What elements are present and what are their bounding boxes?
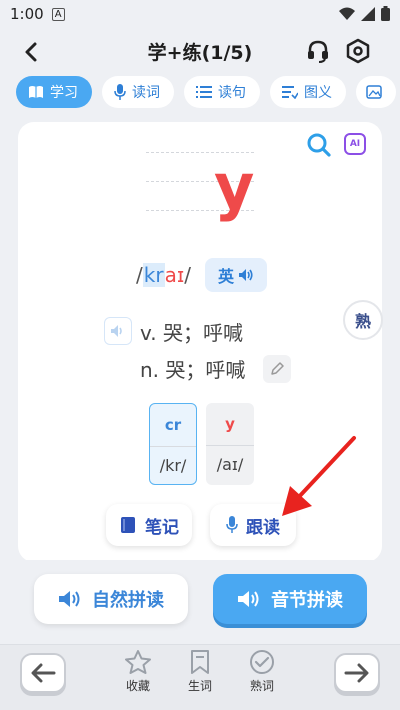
edit-meaning-button[interactable]: [263, 355, 291, 383]
tab-label: 图义: [304, 85, 332, 101]
star-icon: [125, 650, 151, 674]
follow-read-label: 跟读: [246, 517, 280, 538]
known-word-button[interactable]: 熟词: [242, 649, 282, 694]
syllable-sound: /kr/: [150, 446, 196, 484]
pencil-icon: [271, 362, 284, 375]
hexagon-settings-icon: [346, 38, 370, 64]
syllable-sound: /aɪ/: [206, 445, 254, 483]
tab-label: 读句: [218, 85, 246, 101]
next-word-button[interactable]: [334, 653, 380, 693]
ai-button[interactable]: AI: [342, 130, 368, 158]
tab-label: 读词: [132, 85, 160, 101]
notebook-icon: [121, 517, 135, 533]
status-icons: [339, 6, 390, 21]
syllable-letters: y: [225, 415, 235, 433]
phonetic-rest: aɪ: [164, 263, 185, 287]
bottom-toolbar: 收藏 生词 熟词: [0, 644, 400, 710]
tab-picture-meaning[interactable]: 图义: [270, 76, 346, 108]
arrow-left-icon: [31, 663, 56, 683]
phonetic-transcription: /kraɪ/: [136, 263, 191, 287]
follow-read-button[interactable]: 跟读: [210, 504, 296, 546]
tab-read-sentence[interactable]: 读句: [184, 76, 260, 108]
tab-learn[interactable]: 学习: [16, 76, 92, 108]
headset-button[interactable]: [304, 37, 332, 65]
meaning-speaker-button[interactable]: [104, 317, 132, 345]
spelling-panel: 自然拼读 音节拼读: [0, 560, 400, 646]
top-bar: 学+练(1/5): [0, 32, 400, 72]
bookmark-icon: [191, 650, 209, 674]
mic-icon: [114, 84, 126, 100]
signal-icon: [361, 6, 375, 21]
image-list-icon: [282, 86, 298, 99]
favorite-button[interactable]: 收藏: [118, 649, 158, 694]
notes-label: 笔记: [145, 517, 179, 538]
mic-icon: [226, 516, 238, 533]
check-circle-icon: [250, 650, 274, 674]
favorite-label: 收藏: [125, 679, 150, 693]
meaning-verb: v. 哭；呼喊: [140, 321, 243, 345]
wifi-icon: [339, 7, 355, 20]
headset-icon: [308, 40, 328, 63]
phonetic-row: /kraɪ/ 英: [136, 258, 267, 292]
british-pronunciation-button[interactable]: 英: [205, 258, 267, 292]
syllable-card[interactable]: cr /kr/: [149, 403, 197, 485]
accent-label: 英: [217, 267, 234, 286]
picture-icon: [366, 85, 382, 99]
sim-icon: A: [51, 7, 65, 21]
search-button[interactable]: [306, 132, 332, 158]
tab-more[interactable]: [356, 76, 396, 108]
meaning-noun: n. 哭；呼喊: [140, 358, 246, 382]
notes-button[interactable]: 笔记: [106, 504, 192, 546]
word-card: AI y /kraɪ/ 英 v. 哭；呼喊 n. 哭；呼喊 cr /kr/ y …: [18, 122, 382, 562]
status-bar: 1:00 A: [0, 0, 400, 28]
tab-read-word[interactable]: 读词: [102, 76, 174, 108]
known-word-label: 熟词: [249, 679, 274, 693]
settings-button[interactable]: [344, 37, 372, 65]
page-title: 学+练(1/5): [147, 42, 253, 64]
speaker-icon: [59, 591, 80, 607]
previous-word-button[interactable]: [20, 653, 66, 693]
syllable-letters: cr: [164, 416, 182, 434]
phonics-button[interactable]: 自然拼读: [34, 574, 188, 624]
mark-familiar-button[interactable]: 熟: [343, 300, 383, 340]
status-time: 1:00: [10, 5, 44, 23]
arrow-right-icon: [344, 663, 369, 683]
new-word-label: 生词: [187, 679, 212, 693]
list-icon: [196, 86, 212, 98]
phonetic-highlight: kr: [142, 263, 165, 287]
battery-icon: [381, 6, 390, 21]
syllable-spelling-button[interactable]: 音节拼读: [213, 574, 367, 624]
phonics-label: 自然拼读: [92, 590, 164, 611]
syllable-card[interactable]: y /aɪ/: [206, 403, 254, 485]
new-word-button[interactable]: 生词: [180, 649, 220, 694]
syllable-spelling-label: 音节拼读: [271, 590, 343, 611]
ai-icon: AI: [344, 133, 366, 155]
tab-bar: 学习 读词 读句 图义: [16, 76, 400, 108]
search-icon: [307, 133, 331, 157]
tab-label: 学习: [50, 85, 78, 101]
book-icon: [29, 86, 43, 98]
display-letter: y: [214, 150, 255, 223]
speaker-icon: [111, 325, 122, 337]
speaker-icon: [239, 269, 253, 281]
speaker-icon: [238, 591, 259, 607]
